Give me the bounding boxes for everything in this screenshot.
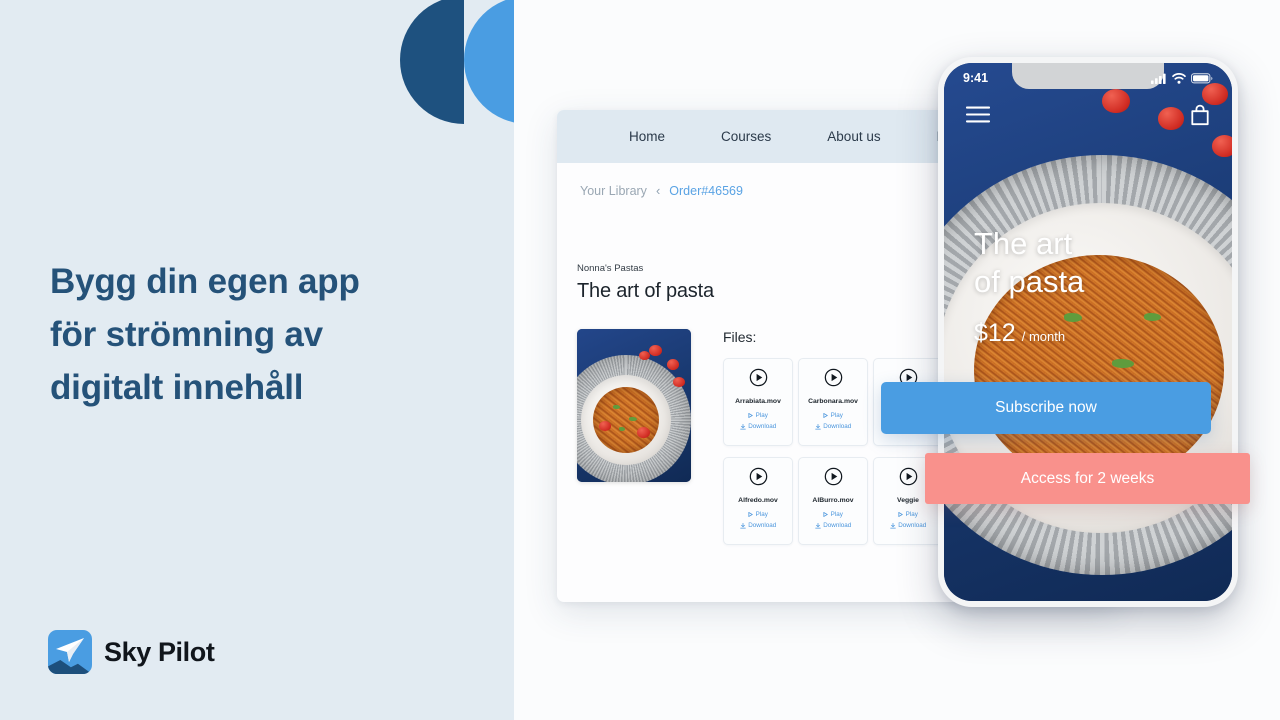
file-card[interactable]: Alfredo.mov Play Download [723, 457, 793, 545]
file-card[interactable]: Arrabiata.mov Play Download [723, 358, 793, 446]
access-for-2-weeks-button[interactable]: Access for 2 weeks [925, 453, 1250, 504]
file-play-link[interactable]: Play [823, 511, 843, 518]
file-play-link[interactable]: Play [823, 412, 843, 419]
play-circle-icon[interactable] [824, 467, 843, 491]
page-title: Bygg din egen app för strömning av digit… [50, 255, 470, 414]
chevron-left-icon: ‹ [655, 183, 661, 198]
phone-mockup: 9:41 The art of pasta $12 / month [938, 57, 1238, 607]
pasta-dish-photo [577, 329, 691, 482]
headline-line-2: för strömning av [50, 315, 323, 354]
play-triangle-icon [823, 413, 829, 418]
brand-logo: Sky Pilot [48, 630, 215, 674]
paper-plane-mountain-icon [48, 630, 92, 674]
file-download-link[interactable]: Download [889, 522, 926, 529]
half-circle-blue-icon [464, 0, 514, 124]
file-card[interactable]: Carbonara.mov Play Download [798, 358, 868, 446]
file-card[interactable]: AlBurro.mov Play Download [798, 457, 868, 545]
subscribe-now-button[interactable]: Subscribe now [881, 382, 1211, 434]
play-triangle-icon [748, 512, 754, 517]
battery-icon [1191, 72, 1213, 83]
headline-line-1: Bygg din egen app [50, 262, 360, 301]
file-name: Carbonara.mov [808, 398, 858, 405]
hamburger-menu-icon[interactable] [965, 106, 991, 128]
phone-app-bar [944, 99, 1232, 135]
breadcrumb-current[interactable]: Order#46569 [669, 184, 743, 198]
status-icons [1151, 72, 1213, 84]
phone-price: $12 / month [974, 319, 1084, 348]
nav-item-courses[interactable]: Courses [721, 129, 771, 144]
price-amount: $12 [974, 319, 1016, 347]
file-download-link[interactable]: Download [814, 423, 851, 430]
play-circle-icon[interactable] [749, 368, 768, 392]
play-triangle-icon [898, 512, 904, 517]
file-name: Veggie [897, 497, 919, 504]
file-play-link[interactable]: Play [898, 511, 918, 518]
status-time: 9:41 [963, 71, 989, 85]
price-period: / month [1021, 329, 1066, 344]
file-name: Alfredo.mov [738, 497, 778, 504]
file-download-link[interactable]: Download [814, 522, 851, 529]
phone-hero-title-line-2: of pasta [974, 264, 1085, 299]
phone-hero-title: The art of pasta [974, 225, 1084, 301]
file-play-link[interactable]: Play [748, 511, 768, 518]
shopping-bag-icon[interactable] [1190, 104, 1210, 131]
paper-plane-icon [56, 638, 84, 662]
phone-status-bar: 9:41 [944, 63, 1232, 93]
nav-item-about-us[interactable]: About us [827, 129, 880, 144]
left-marketing-panel: Bygg din egen app för strömning av digit… [0, 0, 514, 720]
play-triangle-icon [823, 512, 829, 517]
play-circle-icon[interactable] [749, 467, 768, 491]
cellular-signal-icon [1151, 73, 1166, 84]
brand-name: Sky Pilot [104, 636, 215, 667]
wifi-icon [1172, 72, 1186, 84]
phone-hero-text: The art of pasta $12 / month [974, 225, 1084, 348]
download-icon [739, 423, 746, 429]
download-icon [814, 423, 821, 429]
breadcrumb-parent[interactable]: Your Library [580, 184, 647, 198]
play-circle-icon[interactable] [824, 368, 843, 392]
download-icon [889, 522, 896, 528]
download-icon [814, 522, 821, 528]
slide-canvas: Bygg din egen app för strömning av digit… [0, 0, 1280, 720]
play-circle-icon[interactable] [899, 467, 918, 491]
file-download-link[interactable]: Download [739, 522, 776, 529]
course-thumbnail [577, 329, 691, 482]
headline-line-3: digitalt innehåll [50, 368, 304, 407]
file-name: AlBurro.mov [812, 497, 854, 504]
play-triangle-icon [748, 413, 754, 418]
file-play-link[interactable]: Play [748, 412, 768, 419]
phone-screen: 9:41 The art of pasta $12 / month [944, 63, 1232, 601]
half-circle-navy-icon [400, 0, 464, 124]
nav-item-home[interactable]: Home [629, 129, 665, 144]
phone-hero-title-line-1: The art [974, 226, 1073, 261]
decorative-circles [0, 0, 514, 130]
file-name: Arrabiata.mov [735, 398, 781, 405]
file-download-link[interactable]: Download [739, 423, 776, 430]
download-icon [739, 522, 746, 528]
